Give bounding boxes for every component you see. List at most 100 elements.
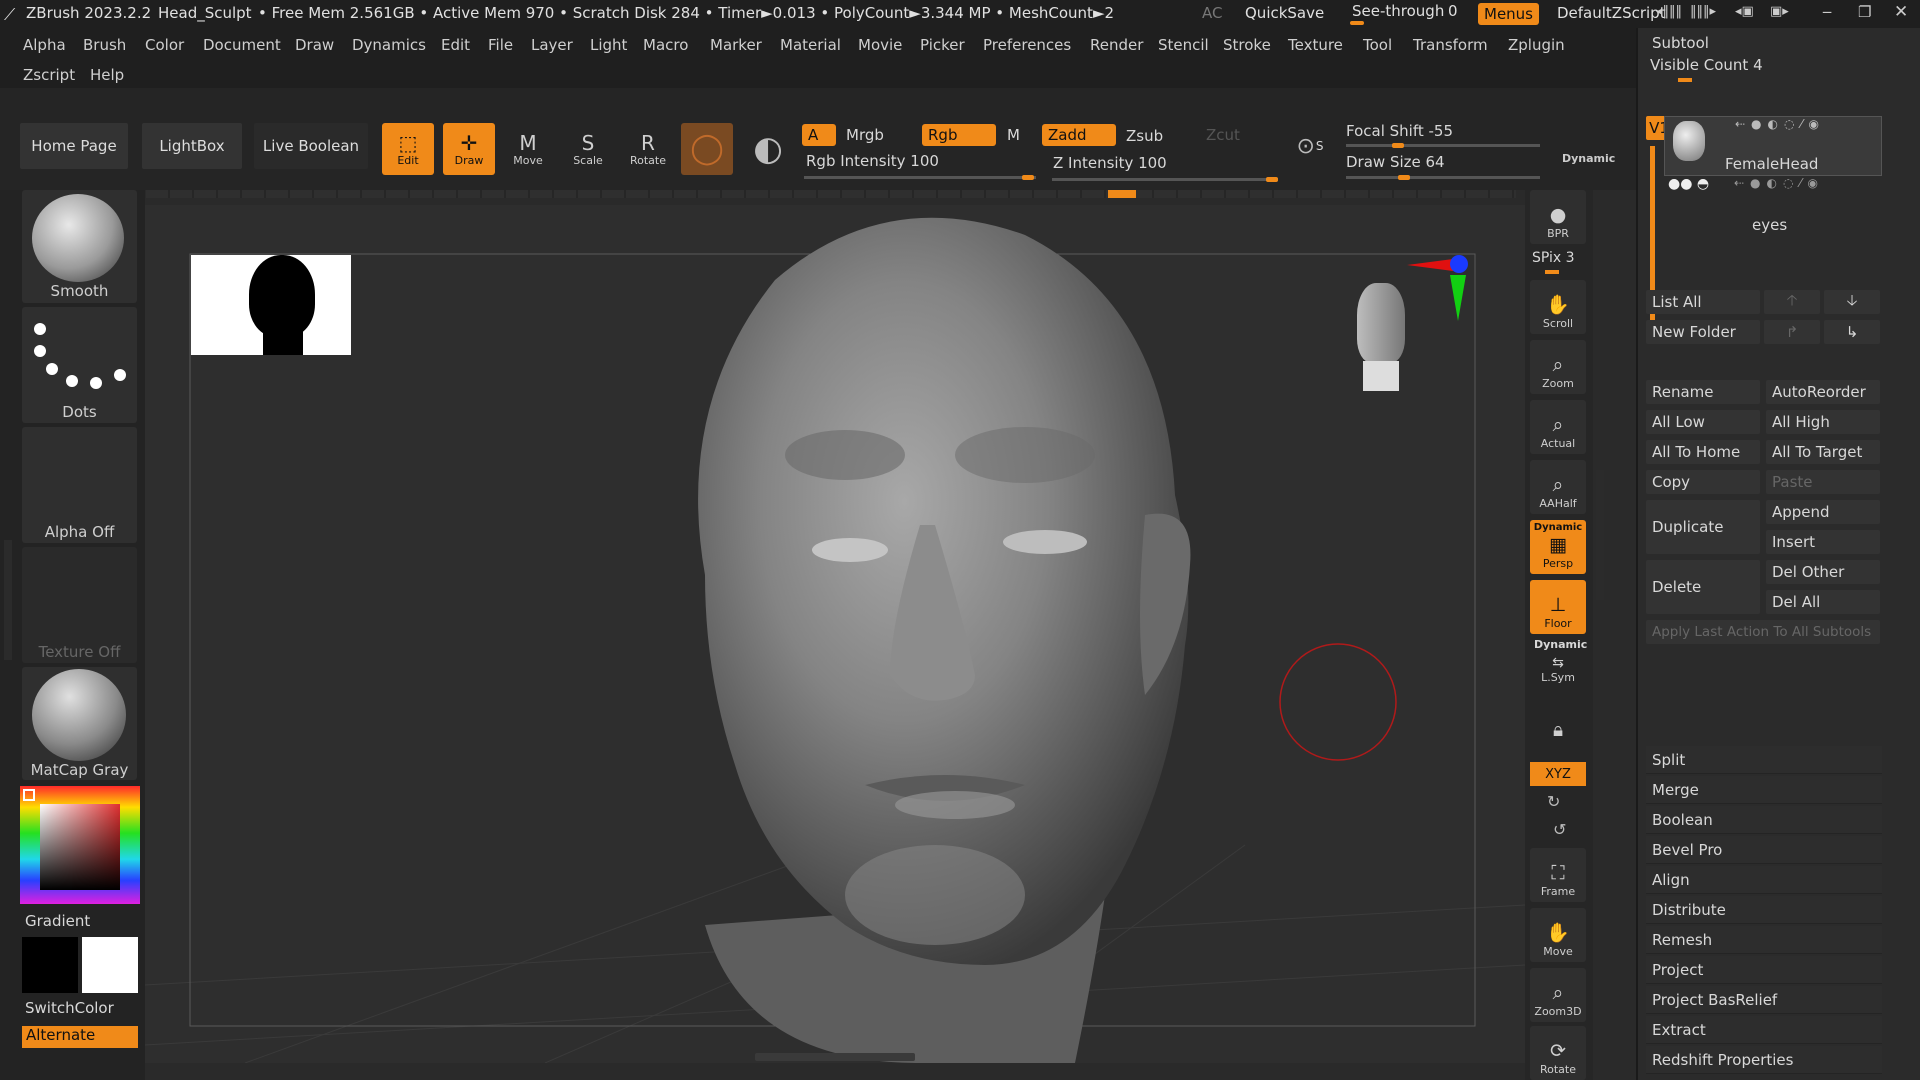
- all-to-target-button[interactable]: All To Target: [1766, 440, 1880, 464]
- toolbar-scroll-knob[interactable]: [1108, 190, 1136, 198]
- alternate-button[interactable]: Alternate: [22, 1026, 138, 1048]
- scale-mode-button[interactable]: S Scale: [562, 123, 614, 175]
- apply-last-action-button[interactable]: Apply Last Action To All Subtools: [1646, 620, 1880, 644]
- section-boolean[interactable]: Boolean: [1646, 806, 1882, 834]
- autoreorder-button[interactable]: AutoReorder: [1766, 380, 1880, 404]
- menu-marker[interactable]: Marker: [710, 36, 762, 54]
- menu-brush[interactable]: Brush: [83, 36, 126, 54]
- minimize-icon[interactable]: ‒: [1822, 2, 1832, 21]
- menu-movie[interactable]: Movie: [858, 36, 902, 54]
- new-folder-button[interactable]: New Folder: [1646, 320, 1760, 344]
- menu-picker[interactable]: Picker: [920, 36, 965, 54]
- z-intensity-track[interactable]: [1052, 178, 1278, 181]
- visible-count-slider[interactable]: Visible Count 4: [1650, 56, 1763, 74]
- menu-material[interactable]: Material: [780, 36, 841, 54]
- femalehead-toggles-icon[interactable]: ⇠●◐◌⁄◉: [1735, 117, 1825, 131]
- x-axis-arrow-icon[interactable]: [1407, 259, 1453, 271]
- bpr-button[interactable]: ● BPR: [1530, 190, 1586, 244]
- section-project-basrelief[interactable]: Project BasRelief: [1646, 986, 1882, 1014]
- a-toggle[interactable]: A: [802, 124, 836, 146]
- paste-button[interactable]: Paste: [1766, 470, 1880, 494]
- visible-count-knob[interactable]: [1678, 78, 1692, 82]
- z-intensity-knob[interactable]: [1266, 177, 1278, 182]
- menu-tool[interactable]: Tool: [1363, 36, 1392, 54]
- subtool-title[interactable]: Subtool: [1652, 34, 1709, 52]
- home-page-button[interactable]: Home Page: [20, 123, 128, 169]
- layout-icon-3[interactable]: ◂▣: [1735, 4, 1754, 19]
- menu-help[interactable]: Help: [90, 66, 124, 84]
- section-bevel-pro[interactable]: Bevel Pro: [1646, 836, 1882, 864]
- draw-size-knob[interactable]: [1398, 175, 1410, 180]
- rgb-intensity-track[interactable]: [804, 176, 1036, 179]
- quicksave-button[interactable]: QuickSave: [1245, 4, 1324, 22]
- ac-button[interactable]: AC: [1202, 4, 1222, 22]
- menu-document[interactable]: Document: [203, 36, 281, 54]
- canvas-viewport[interactable]: [145, 205, 1525, 1063]
- menu-stroke[interactable]: Stroke: [1223, 36, 1271, 54]
- live-boolean-button[interactable]: Live Boolean: [254, 123, 368, 169]
- menu-edit[interactable]: Edit: [441, 36, 470, 54]
- draw-size-track[interactable]: [1346, 176, 1540, 179]
- eyes-toggles-icon[interactable]: ⇠●◐◌⁄◉: [1734, 176, 1824, 190]
- section-align[interactable]: Align: [1646, 866, 1882, 894]
- menu-draw[interactable]: Draw: [295, 36, 334, 54]
- menu-texture[interactable]: Texture: [1288, 36, 1343, 54]
- toolbar-scrollbar[interactable]: [146, 190, 1516, 198]
- lightbox-button[interactable]: LightBox: [142, 123, 242, 169]
- secondary-color-swatch[interactable]: [82, 937, 138, 993]
- menu-dynamics[interactable]: Dynamics: [352, 36, 426, 54]
- gradient-toggle[interactable]: Gradient: [25, 912, 90, 930]
- maximize-icon[interactable]: ❐: [1858, 3, 1871, 21]
- rotate-mode-button[interactable]: R Rotate: [622, 123, 674, 175]
- stroke-selector[interactable]: Dots: [22, 307, 137, 423]
- color-picker[interactable]: [20, 786, 140, 904]
- hue-marker[interactable]: [23, 789, 35, 801]
- all-to-home-button[interactable]: All To Home: [1646, 440, 1760, 464]
- zadd-toggle[interactable]: Zadd: [1042, 124, 1116, 146]
- focal-shift-track[interactable]: [1346, 144, 1540, 147]
- del-all-button[interactable]: Del All: [1766, 590, 1880, 614]
- list-all-button[interactable]: List All: [1646, 290, 1760, 314]
- insert-button[interactable]: Insert: [1766, 530, 1880, 554]
- rgb-intensity-knob[interactable]: [1022, 175, 1034, 180]
- section-split[interactable]: Split: [1646, 746, 1882, 774]
- texture-selector[interactable]: Texture Off: [22, 547, 137, 663]
- switchcolor-button[interactable]: SwitchColor: [25, 999, 114, 1017]
- spix-slider[interactable]: SPix 3: [1532, 250, 1575, 266]
- section-distribute[interactable]: Distribute: [1646, 896, 1882, 924]
- section-remesh[interactable]: Remesh: [1646, 926, 1882, 954]
- bottom-tray-handle[interactable]: [755, 1053, 915, 1061]
- delete-button[interactable]: Delete: [1646, 560, 1760, 614]
- layout-icon-4[interactable]: ▣▸: [1770, 4, 1789, 19]
- left-collapse-arrow[interactable]: [4, 540, 12, 660]
- menu-zplugin[interactable]: Zplugin: [1508, 36, 1565, 54]
- menu-color[interactable]: Color: [145, 36, 184, 54]
- y-axis-arrow-icon[interactable]: [1450, 275, 1466, 321]
- zcut-toggle[interactable]: Zcut: [1206, 126, 1240, 144]
- default-zscript[interactable]: DefaultZScript: [1557, 4, 1666, 22]
- menu-alpha[interactable]: Alpha: [23, 36, 66, 54]
- move-view-button[interactable]: ✋ Move: [1530, 908, 1586, 962]
- draw-size-slider[interactable]: Draw Size 64: [1346, 153, 1445, 171]
- frame-button[interactable]: ⛶ Frame: [1530, 848, 1586, 902]
- copy-button[interactable]: Copy: [1646, 470, 1760, 494]
- menu-layer[interactable]: Layer: [531, 36, 573, 54]
- brush-selector[interactable]: Smooth: [22, 190, 137, 303]
- edit-mode-button[interactable]: ⬚ Edit: [382, 123, 434, 175]
- sphere-material-button[interactable]: ◐: [742, 123, 794, 175]
- draw-mode-button[interactable]: ✛ Draw: [443, 123, 495, 175]
- floor-button[interactable]: ⊥ Floor: [1530, 580, 1586, 634]
- subtool-item-femalehead[interactable]: ⇠●◐◌⁄◉ FemaleHead: [1664, 116, 1882, 176]
- folder-in-button[interactable]: ↳: [1824, 320, 1880, 344]
- rgb-intensity-slider[interactable]: Rgb Intensity 100: [806, 152, 939, 170]
- move-down-button[interactable]: 🡣: [1824, 290, 1880, 314]
- close-icon[interactable]: ✕: [1894, 2, 1908, 22]
- right-collapse-arrow[interactable]: [1596, 470, 1604, 600]
- focal-shift-knob[interactable]: [1392, 143, 1404, 148]
- scroll-button[interactable]: ✋ Scroll: [1530, 280, 1586, 334]
- orientation-head[interactable]: [1353, 283, 1409, 393]
- menu-transform[interactable]: Transform: [1413, 36, 1488, 54]
- all-high-button[interactable]: All High: [1766, 410, 1880, 434]
- folder-out-button[interactable]: ↱: [1764, 320, 1820, 344]
- menu-render[interactable]: Render: [1090, 36, 1143, 54]
